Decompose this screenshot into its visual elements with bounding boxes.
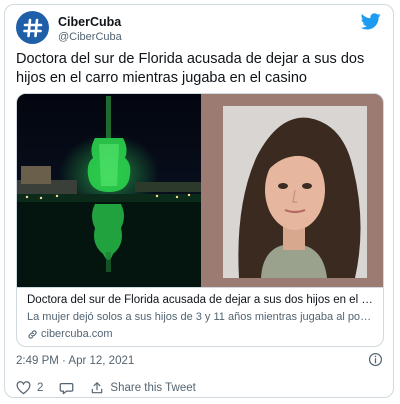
link-icon xyxy=(28,330,37,339)
info-icon[interactable] xyxy=(368,352,383,367)
tweet-header: CiberCuba @CiberCuba xyxy=(16,11,383,51)
tweet-text: Doctora del sur de Florida acusada de de… xyxy=(16,51,365,86)
share-label: Share this Tweet xyxy=(110,382,196,394)
link-card[interactable]: Doctora del sur de Florida acusada de de… xyxy=(16,93,384,347)
like-count: 2 xyxy=(37,382,44,394)
share-icon xyxy=(92,382,103,394)
author-names: CiberCuba @CiberCuba xyxy=(58,15,122,44)
display-name[interactable]: CiberCuba xyxy=(58,15,122,29)
share-button[interactable]: Share this Tweet xyxy=(90,381,196,395)
card-domain[interactable]: cibercuba.com xyxy=(27,327,373,342)
tweet-card[interactable]: CiberCuba @CiberCuba Doctora del sur de … xyxy=(4,4,394,398)
card-body[interactable]: Doctora del sur de Florida acusada de de… xyxy=(17,287,383,342)
twitter-bird-icon[interactable] xyxy=(361,13,381,30)
reply-bubble-icon xyxy=(60,383,74,395)
reply-button[interactable] xyxy=(59,381,74,395)
handle[interactable]: @CiberCuba xyxy=(58,30,122,44)
card-description: La mujer dejó solos a sus hijos de 3 y 1… xyxy=(27,311,373,323)
avatar[interactable] xyxy=(16,11,49,44)
tweet-timestamp[interactable]: 2:49 PM · Apr 12, 2021 xyxy=(16,355,134,367)
card-title[interactable]: Doctora del sur de Florida acusada de de… xyxy=(27,293,373,308)
card-image-guitar-hotel xyxy=(17,94,201,287)
hashtag-logo-icon xyxy=(22,18,42,37)
heart-icon xyxy=(16,381,31,395)
like-button[interactable]: 2 xyxy=(16,381,43,395)
tweet-actions: 2 Share this Tweet xyxy=(16,381,212,395)
card-image[interactable] xyxy=(17,94,383,287)
card-domain-text: cibercuba.com xyxy=(41,328,113,340)
card-image-portrait xyxy=(201,94,383,287)
